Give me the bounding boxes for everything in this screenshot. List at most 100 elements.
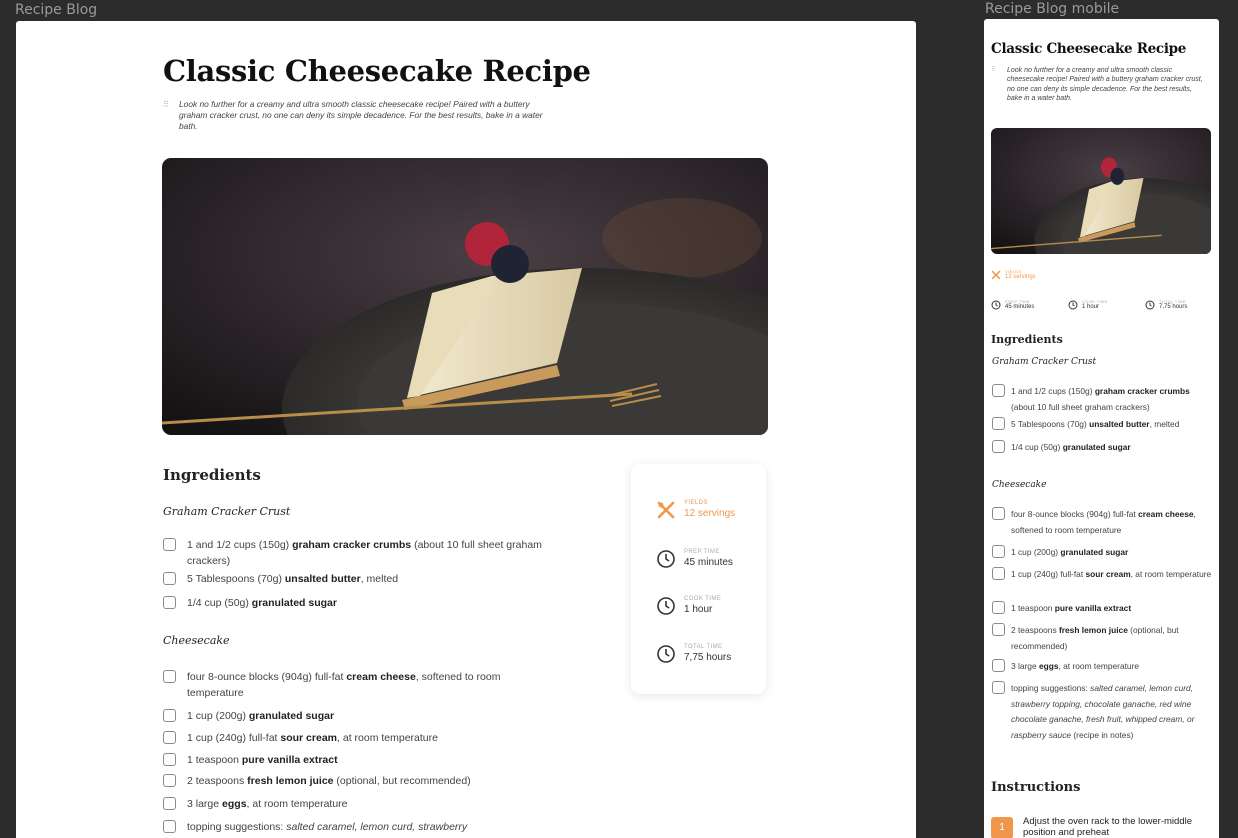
m-yields-value: 12 servings [1005, 274, 1036, 280]
cheesecake-photo [162, 158, 768, 435]
cheesecake-heading: Cheesecake [163, 634, 230, 647]
clock-icon [657, 645, 675, 663]
ingredient-checkbox[interactable] [992, 567, 1005, 580]
ingredient-checkbox[interactable] [992, 417, 1005, 430]
desktop-frame-label: Recipe Blog [15, 2, 98, 18]
ingredient-item[interactable]: 1 and 1/2 cups (150g) graham cracker cru… [163, 538, 543, 569]
yields-value: 12 servings [684, 508, 736, 519]
ingredient-text: 1 cup (200g) granulated sugar [1011, 547, 1129, 557]
ingredient-text: 1 teaspoon pure vanilla extract [187, 754, 338, 766]
prep-label: PREP TIME [684, 549, 720, 555]
ingredient-item[interactable]: 1 cup (200g) granulated sugar [992, 545, 1214, 561]
step-number: 1 [991, 817, 1013, 838]
hero-image [162, 158, 768, 435]
ingredient-item[interactable]: 5 Tablespoons (70g) unsalted butter, mel… [992, 417, 1214, 433]
m-total-value: 7,75 hours [1159, 304, 1188, 310]
clock-icon [991, 300, 1001, 310]
clock-icon [1068, 300, 1078, 310]
cook-label: COOK TIME [684, 596, 722, 602]
ingredient-text: 1/4 cup (50g) granulated sugar [1011, 442, 1131, 452]
ingredient-text: 3 large eggs, at room temperature [187, 798, 348, 810]
clock-icon [657, 550, 675, 568]
drag-handle-icon[interactable]: ⠿ [163, 100, 169, 109]
cheesecake-photo [991, 128, 1211, 254]
ingredient-text: 2 teaspoons fresh lemon juice (optional,… [187, 775, 471, 787]
ingredient-item[interactable]: 1/4 cup (50g) granulated sugar [163, 596, 543, 612]
mobile-frame: Classic Cheesecake Recipe ⠿ Look no furt… [984, 19, 1219, 838]
ingredient-text: four 8-ounce blocks (904g) full-fat crea… [187, 671, 501, 699]
ingredient-text: 1 teaspoon pure vanilla extract [1011, 603, 1132, 613]
m-crust-heading: Graham Cracker Crust [992, 357, 1097, 367]
ingredient-item[interactable]: 1 cup (240g) full-fat sour cream, at roo… [992, 567, 1214, 583]
mobile-frame-label: Recipe Blog mobile [985, 1, 1120, 17]
page-title: Classic Cheesecake Recipe [163, 54, 591, 88]
ingredient-text: four 8-ounce blocks (904g) full-fat crea… [1011, 509, 1196, 535]
ingredient-checkbox[interactable] [163, 797, 176, 810]
ingredient-checkbox[interactable] [992, 681, 1005, 694]
ingredient-item[interactable]: topping suggestions: salted caramel, lem… [992, 681, 1214, 743]
ingredient-text: 1 cup (200g) granulated sugar [187, 710, 335, 722]
ingredient-item[interactable]: 3 large eggs, at room temperature [163, 797, 543, 813]
ingredients-heading: Ingredients [163, 466, 261, 484]
ingredient-checkbox[interactable] [163, 753, 176, 766]
ingredient-text: 1 and 1/2 cups (150g) graham cracker cru… [187, 539, 542, 567]
clock-icon [1145, 300, 1155, 310]
ingredient-checkbox[interactable] [163, 820, 176, 833]
ingredient-text: 5 Tablespoons (70g) unsalted butter, mel… [1011, 419, 1180, 429]
ingredient-item[interactable]: 1 teaspoon pure vanilla extract [992, 601, 1214, 617]
ingredient-checkbox[interactable] [163, 572, 176, 585]
m-instructions-heading: Instructions [991, 780, 1081, 795]
mobile-intro-text: Look no further for a creamy and ultra s… [1007, 67, 1203, 102]
ingredient-item[interactable]: 1 and 1/2 cups (150g) graham cracker cru… [992, 384, 1214, 415]
drag-handle-icon[interactable]: ⠿ [991, 66, 996, 73]
mobile-hero-image [991, 128, 1211, 254]
ingredient-item[interactable]: four 8-ounce blocks (904g) full-fat crea… [163, 670, 543, 701]
ingredient-checkbox[interactable] [992, 601, 1005, 614]
clock-icon [657, 597, 675, 615]
m-ingredients-heading: Ingredients [991, 333, 1063, 346]
ingredient-item[interactable]: 1 cup (200g) granulated sugar [163, 709, 543, 725]
ingredient-checkbox[interactable] [163, 596, 176, 609]
desktop-frame: Classic Cheesecake Recipe ⠿ Look no furt… [16, 21, 916, 838]
ingredient-text: topping suggestions: salted caramel, lem… [1011, 683, 1195, 740]
ingredient-text: 1 and 1/2 cups (150g) graham cracker cru… [1011, 386, 1190, 412]
utensils-icon [657, 501, 675, 519]
ingredient-checkbox[interactable] [163, 538, 176, 551]
ingredient-checkbox[interactable] [992, 440, 1005, 453]
total-label: TOTAL TIME [684, 644, 723, 650]
m-prep-value: 45 minutes [1005, 304, 1035, 310]
ingredient-item[interactable]: 1 teaspoon pure vanilla extract [163, 753, 543, 769]
total-value: 7,75 hours [684, 652, 732, 663]
ingredient-item[interactable]: 1/4 cup (50g) granulated sugar [992, 440, 1214, 456]
m-cheesecake-heading: Cheesecake [992, 480, 1047, 490]
ingredient-text: 1 cup (240g) full-fat sour cream, at roo… [187, 732, 438, 744]
prep-value: 45 minutes [684, 557, 733, 568]
ingredient-checkbox[interactable] [992, 545, 1005, 558]
ingredient-checkbox[interactable] [163, 709, 176, 722]
ingredient-text: topping suggestions: salted caramel, lem… [187, 821, 468, 833]
ingredient-item[interactable]: 5 Tablespoons (70g) unsalted butter, mel… [163, 572, 543, 588]
intro-text: Look no further for a creamy and ultra s… [179, 99, 543, 131]
crust-heading: Graham Cracker Crust [163, 505, 291, 518]
ingredient-item[interactable]: 2 teaspoons fresh lemon juice (optional,… [163, 774, 543, 790]
ingredient-item[interactable]: four 8-ounce blocks (904g) full-fat crea… [992, 507, 1214, 538]
ingredient-item[interactable]: 3 large eggs, at room temperature [992, 659, 1214, 675]
ingredient-checkbox[interactable] [163, 731, 176, 744]
ingredient-checkbox[interactable] [992, 507, 1005, 520]
ingredient-checkbox[interactable] [992, 623, 1005, 636]
ingredient-checkbox[interactable] [163, 670, 176, 683]
cook-value: 1 hour [684, 604, 713, 615]
ingredient-item[interactable]: 1 cup (240g) full-fat sour cream, at roo… [163, 731, 543, 747]
ingredient-checkbox[interactable] [992, 384, 1005, 397]
step-text: Adjust the oven rack to the lower-middle… [1023, 816, 1192, 838]
m-cook-value: 1 hour [1082, 304, 1100, 310]
ingredient-checkbox[interactable] [163, 774, 176, 787]
ingredient-text: 1/4 cup (50g) granulated sugar [187, 597, 337, 609]
ingredient-item[interactable]: topping suggestions: salted caramel, lem… [163, 820, 543, 836]
ingredient-text: 3 large eggs, at room temperature [1011, 661, 1140, 671]
ingredient-checkbox[interactable] [992, 659, 1005, 672]
ingredient-text: 1 cup (240g) full-fat sour cream, at roo… [1011, 569, 1212, 579]
ingredient-item[interactable]: 2 teaspoons fresh lemon juice (optional,… [992, 623, 1214, 654]
mobile-page-title: Classic Cheesecake Recipe [991, 41, 1187, 57]
ingredient-text: 2 teaspoons fresh lemon juice (optional,… [1011, 625, 1179, 651]
